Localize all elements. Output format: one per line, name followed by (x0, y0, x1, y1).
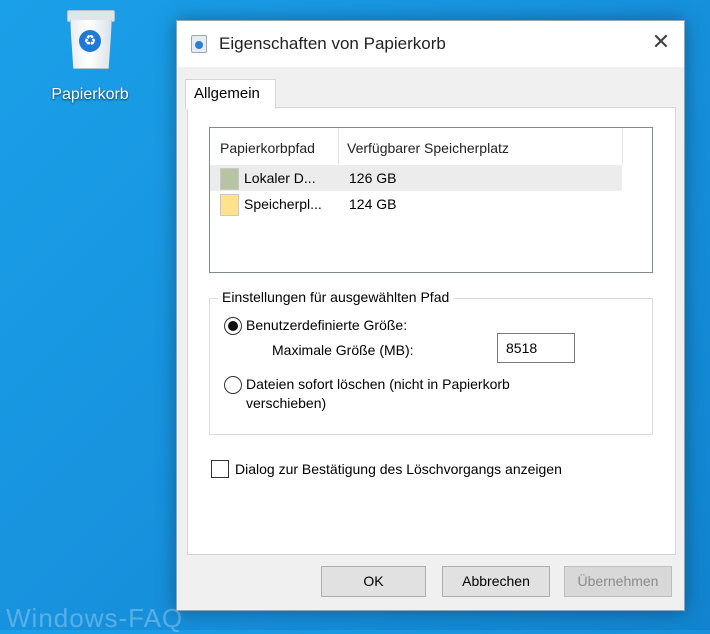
list-item[interactable]: Speicherpl... 124 GB (210, 191, 652, 217)
tab-panel: Papierkorbpfad Verfügbarer Speicherplatz… (187, 107, 676, 555)
confirm-dialog-option[interactable]: Dialog zur Bestätigung des Löschvorgangs… (211, 460, 562, 478)
recycle-bin-icon: ♻ (65, 8, 115, 70)
delete-immediately-label: Dateien sofort löschen (nicht in Papierk… (246, 376, 510, 411)
recycle-bin-path-list[interactable]: Papierkorbpfad Verfügbarer Speicherplatz… (209, 127, 653, 273)
settings-group: Einstellungen für ausgewählten Pfad Benu… (209, 289, 653, 435)
space-cell: 126 GB (349, 170, 397, 186)
path-cell: Lokaler D... (244, 170, 316, 186)
properties-dialog: Eigenschaften von Papierkorb ✕ Allgemein… (176, 20, 685, 611)
apply-button[interactable]: Übernehmen (564, 566, 672, 597)
list-header: Papierkorbpfad Verfügbarer Speicherplatz (210, 128, 652, 165)
desktop-recycle-bin[interactable]: ♻ Papierkorb (40, 8, 140, 104)
column-header-space[interactable]: Verfügbarer Speicherplatz (347, 140, 509, 156)
close-icon: ✕ (651, 30, 671, 55)
title-bar[interactable]: Eigenschaften von Papierkorb ✕ (177, 21, 684, 67)
confirm-dialog-checkbox[interactable] (211, 460, 229, 478)
close-button[interactable]: ✕ (638, 21, 684, 67)
path-cell: Speicherpl... (244, 196, 322, 212)
max-size-label: Maximale Größe (MB): (272, 342, 414, 358)
drive-icon (220, 168, 239, 190)
confirm-dialog-label: Dialog zur Bestätigung des Löschvorgangs… (235, 461, 562, 477)
ok-button[interactable]: OK (321, 566, 426, 597)
group-title: Einstellungen für ausgewählten Pfad (218, 289, 454, 305)
max-size-input[interactable] (497, 333, 575, 363)
watermark: Windows-FAQ (6, 603, 184, 633)
custom-size-option[interactable]: Benutzerdefinierte Größe: (224, 316, 407, 336)
folder-icon (220, 194, 239, 216)
dialog-title: Eigenschaften von Papierkorb (219, 34, 446, 53)
delete-immediately-option[interactable]: Dateien sofort löschen (nicht in Papierk… (224, 375, 510, 411)
list-item[interactable]: Lokaler D... 126 GB (210, 165, 622, 191)
custom-size-radio[interactable] (224, 317, 242, 335)
tab-allgemein[interactable]: Allgemein (185, 79, 276, 109)
custom-size-label: Benutzerdefinierte Größe: (246, 317, 408, 333)
delete-immediately-radio[interactable] (224, 376, 242, 394)
cancel-button[interactable]: Abbrechen (442, 566, 550, 597)
column-header-path[interactable]: Papierkorbpfad (220, 140, 315, 156)
space-cell: 124 GB (349, 196, 397, 212)
desktop-icon-label: Papierkorb (51, 86, 129, 103)
recycle-bin-small-icon (191, 35, 207, 53)
